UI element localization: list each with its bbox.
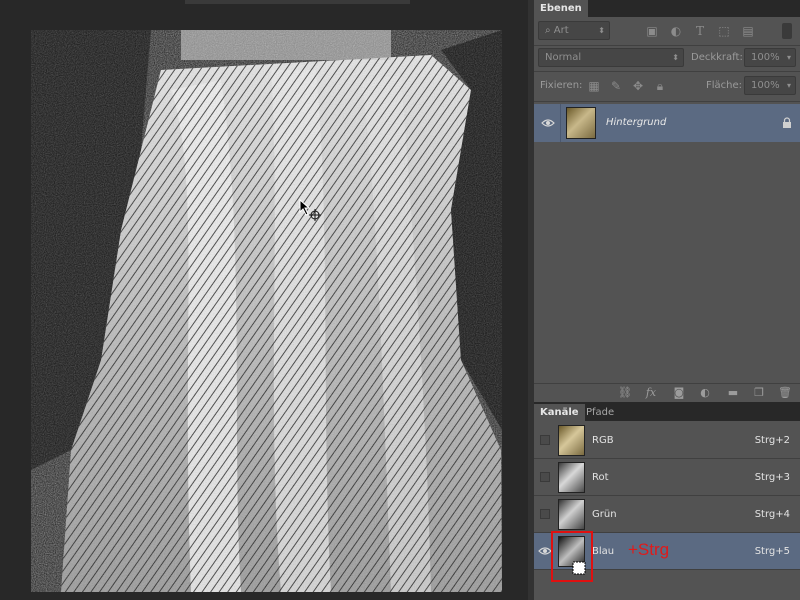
annotation-highlight-box [551, 531, 593, 582]
layers-tabbar: Ebenen [534, 0, 800, 17]
canvas-area [0, 0, 528, 600]
channel-shortcut: Strg+3 [754, 472, 790, 483]
lock-transparent-icon[interactable]: ▦ [586, 78, 602, 94]
fx-icon[interactable]: fx [644, 386, 658, 400]
channel-name: Rot [592, 472, 609, 483]
channel-name: Grün [592, 509, 617, 520]
add-mask-icon[interactable]: ◙ [672, 386, 686, 400]
layer-thumbnail [566, 107, 596, 139]
channel-name: Blau [592, 546, 615, 557]
channel-thumbnail [558, 499, 585, 530]
channel-shortcut: Strg+2 [754, 435, 790, 446]
document-tab-strip [185, 0, 410, 4]
type-filter-icon[interactable]: T [692, 23, 708, 39]
search-icon: ⌕ [545, 25, 554, 36]
annotation-text: +Strg [628, 540, 670, 559]
lock-label: Fixieren: [540, 80, 583, 91]
tab-layers[interactable]: Ebenen [534, 0, 588, 17]
document-canvas[interactable] [31, 30, 502, 592]
shape-filter-icon[interactable]: ⬚ [716, 23, 732, 39]
opacity-input[interactable]: 100% ▾ [744, 48, 796, 67]
visibility-eye-icon[interactable] [538, 546, 552, 556]
channel-name: RGB [592, 435, 614, 446]
new-layer-icon[interactable]: ❐ [752, 386, 766, 400]
waterfall-image [31, 30, 502, 592]
channel-shortcut: Strg+5 [754, 546, 790, 557]
channel-row-red[interactable]: Rot Strg+3 [534, 459, 800, 496]
channel-thumbnail [558, 462, 585, 493]
chevron-updown-icon: ⬍ [672, 53, 679, 62]
blend-mode-select[interactable]: Normal ⬍ [538, 48, 684, 67]
fill-input[interactable]: 100% ▾ [744, 76, 796, 95]
lock-all-icon[interactable]: 🔒︎ [652, 78, 668, 94]
smart-object-filter-icon[interactable]: ▤ [740, 23, 756, 39]
lock-position-icon[interactable]: ✥ [630, 78, 646, 94]
layer-row-background[interactable]: Hintergrund [534, 104, 800, 142]
opacity-label: Deckkraft: [691, 52, 743, 63]
adjustment-filter-icon[interactable]: ◐ [668, 23, 684, 39]
tab-paths[interactable]: Pfade [580, 404, 620, 421]
channel-shortcut: Strg+4 [754, 509, 790, 520]
fill-label: Fläche: [706, 80, 743, 91]
channel-row-green[interactable]: Grün Strg+4 [534, 496, 800, 533]
chevron-updown-icon: ⬍ [598, 26, 605, 35]
lock-brush-icon[interactable]: ✎ [608, 78, 624, 94]
filter-toggle-switch[interactable] [782, 23, 792, 39]
layer-name[interactable]: Hintergrund [606, 104, 666, 142]
layer-filter-select[interactable]: ⌕ Art ⬍ [538, 21, 610, 40]
channel-row-rgb[interactable]: RGB Strg+2 [534, 422, 800, 459]
chevron-down-icon: ▾ [786, 53, 791, 62]
image-filter-icon[interactable]: ▣ [644, 23, 660, 39]
trash-icon[interactable]: 🗑︎ [778, 386, 792, 400]
channels-tabbar: Kanäle Pfade [534, 404, 800, 421]
tab-channels[interactable]: Kanäle [534, 404, 585, 421]
photoshop-workspace: Ebenen ⌕ Art ⬍ ▣ ◐ T ⬚ ▤ Normal ⬍ Deckkr… [0, 0, 800, 600]
visibility-checkbox[interactable] [540, 472, 550, 482]
new-group-icon[interactable]: ▬ [726, 386, 740, 400]
channel-thumbnail [558, 425, 585, 456]
link-layers-icon[interactable]: ⛓ [618, 386, 632, 400]
adjustment-layer-icon[interactable]: ◐ [698, 386, 712, 400]
layers-footer: ⛓ fx ◙ ◐ ▬ ❐ 🗑︎ [534, 383, 800, 402]
visibility-checkbox[interactable] [540, 435, 550, 445]
chevron-down-icon: ▾ [786, 81, 791, 90]
visibility-checkbox[interactable] [540, 509, 550, 519]
layers-panel: ⌕ Art ⬍ ▣ ◐ T ⬚ ▤ Normal ⬍ Deckkraft: 10… [534, 17, 800, 400]
lock-icon [783, 117, 791, 128]
visibility-eye-icon[interactable] [541, 118, 555, 128]
move-cursor-icon [299, 198, 321, 221]
